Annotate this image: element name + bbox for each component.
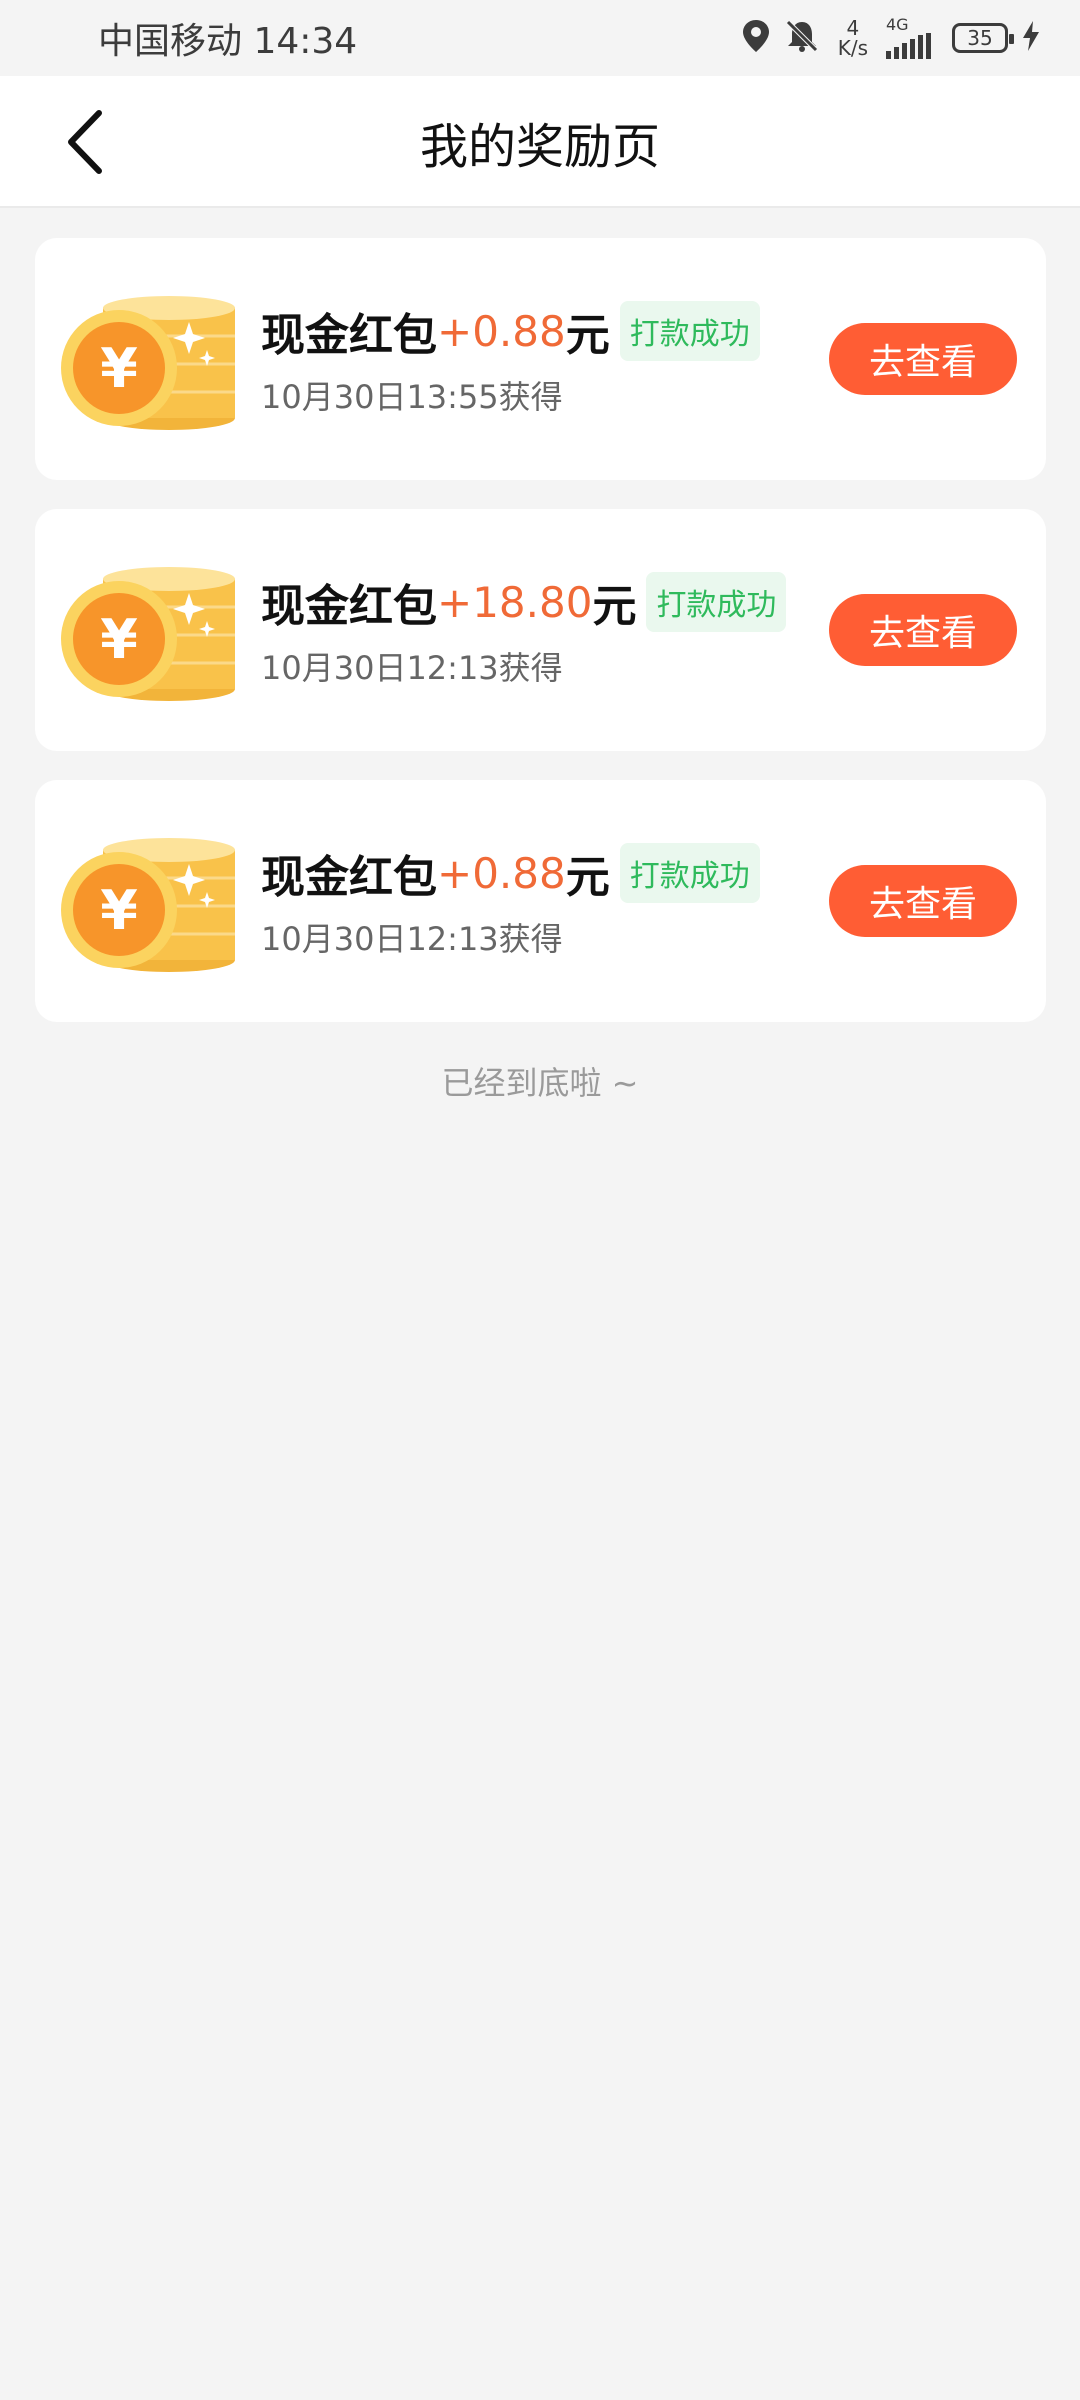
signal-bars-icon: 4G — [886, 17, 938, 59]
network-speed-value: 4 — [846, 16, 860, 40]
reward-list: ¥ 现金红包 +0.88 元 打款成功 10月30日13:55获得 去查看 ¥ — [35, 238, 1046, 1051]
reward-card: ¥ 现金红包 +0.88 元 打款成功 10月30日12:13获得 去查看 — [35, 780, 1046, 1022]
battery-level: 35 — [967, 26, 993, 50]
page-title: 我的奖励页 — [419, 119, 660, 175]
reward-title: 现金红包 +0.88 元 打款成功 — [261, 840, 760, 906]
view-button[interactable]: 去查看 — [829, 323, 1017, 395]
reward-title: 现金红包 +0.88 元 打款成功 — [261, 298, 760, 364]
list-end-text: 已经到底啦 ~ — [441, 1064, 639, 1102]
network-type: 4G — [886, 15, 909, 34]
reward-time: 10月30日13:55获得 — [261, 378, 563, 416]
svg-text:¥: ¥ — [100, 608, 138, 671]
status-badge: 打款成功 — [619, 843, 760, 903]
reward-card: ¥ 现金红包 +18.80 元 打款成功 10月30日12:13获得 去查看 — [35, 509, 1046, 751]
view-button[interactable]: 去查看 — [829, 594, 1017, 666]
network-speed: 4 K/s — [838, 18, 868, 58]
reward-amount: +18.80 — [437, 577, 593, 627]
status-bar: 中国移动 14:34 4 K/s 4G 35 — [0, 0, 1080, 76]
location-pin-icon — [742, 19, 770, 57]
lightning-icon — [1022, 21, 1040, 55]
reward-title: 现金红包 +18.80 元 打款成功 — [261, 569, 787, 635]
reward-unit: 元 — [592, 581, 637, 632]
network-speed-unit: K/s — [837, 36, 868, 60]
battery-indicator: 35 — [952, 23, 1014, 53]
reward-amount: +0.88 — [437, 848, 566, 898]
coin-stack-icon: ¥ — [61, 838, 235, 972]
svg-text:¥: ¥ — [100, 337, 138, 400]
reward-time: 10月30日12:13获得 — [261, 920, 563, 958]
page-header: 我的奖励页 — [0, 76, 1080, 208]
reward-type: 现金红包 — [261, 310, 437, 361]
reward-unit: 元 — [565, 310, 610, 361]
view-button[interactable]: 去查看 — [829, 865, 1017, 937]
status-icons: 4 K/s 4G 35 — [742, 0, 1040, 76]
reward-amount: +0.88 — [437, 306, 566, 356]
reward-type: 现金红包 — [261, 581, 437, 632]
coin-stack-icon: ¥ — [61, 296, 235, 430]
reward-unit: 元 — [565, 852, 610, 903]
reward-card: ¥ 现金红包 +0.88 元 打款成功 10月30日13:55获得 去查看 — [35, 238, 1046, 480]
reward-type: 现金红包 — [261, 852, 437, 903]
carrier-time: 中国移动 14:34 — [98, 21, 358, 62]
reward-time: 10月30日12:13获得 — [261, 649, 563, 687]
status-badge: 打款成功 — [619, 301, 760, 361]
status-badge: 打款成功 — [646, 572, 787, 632]
svg-text:¥: ¥ — [100, 879, 138, 942]
coin-stack-icon: ¥ — [61, 567, 235, 701]
bell-off-icon — [784, 18, 820, 58]
